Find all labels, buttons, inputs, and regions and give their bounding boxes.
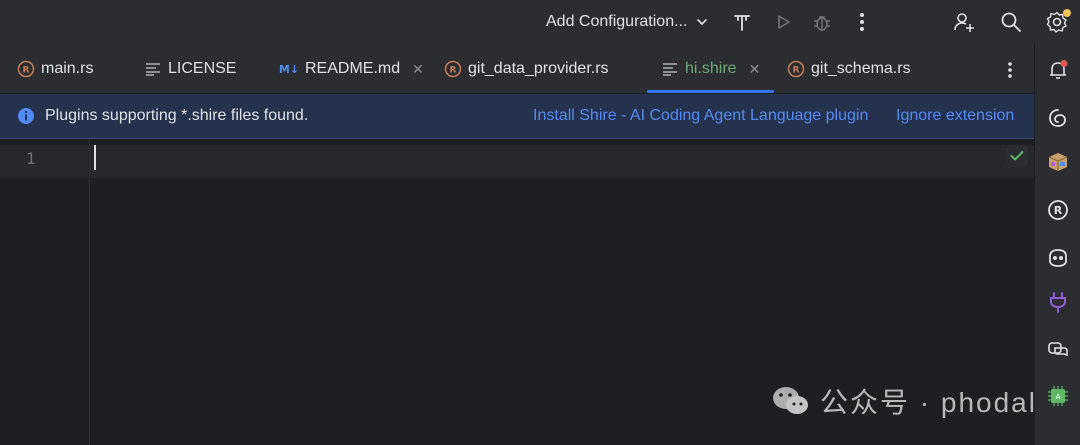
rust-icon: R [17, 60, 35, 78]
markdown-icon: M↓ [278, 62, 300, 76]
ai-chip-icon[interactable]: A [1044, 382, 1072, 410]
current-line-highlight [0, 145, 1034, 178]
install-plugin-link[interactable]: Install Shire - AI Coding Agent Language… [533, 107, 868, 125]
tab-readme-md[interactable]: M↓ README.md ✕ [279, 44, 424, 94]
chat-icon[interactable] [1044, 336, 1072, 364]
run-icon[interactable] [769, 8, 797, 36]
tab-git-data-provider-rs[interactable]: R git_data_provider.rs [444, 44, 609, 94]
close-icon[interactable]: ✕ [749, 61, 761, 78]
tab-label: main.rs [41, 60, 94, 77]
svg-text:R: R [23, 66, 30, 76]
chevron-down-icon [695, 15, 709, 29]
svg-text:R: R [1054, 204, 1063, 217]
line-number: 1 [26, 149, 36, 168]
plugin-icon[interactable] [1044, 288, 1072, 316]
tab-label: LICENSE [168, 60, 237, 77]
tab-main-rs[interactable]: R main.rs [17, 44, 93, 94]
settings-icon[interactable] [1043, 8, 1071, 36]
notifications-icon[interactable] [1044, 56, 1072, 84]
main-toolbar: Add Configuration... [0, 0, 1080, 44]
rust-icon[interactable]: R [1044, 196, 1072, 224]
wechat-logo-icon [770, 383, 812, 419]
tab-label: hi.shire [685, 60, 737, 77]
text-file-icon [661, 60, 679, 78]
copilot-icon[interactable] [1044, 244, 1072, 272]
text-caret [94, 145, 96, 170]
svg-text:A: A [1056, 393, 1061, 401]
inspection-ok-icon[interactable] [1006, 145, 1028, 167]
banner-message: Plugins supporting *.shire files found. [45, 107, 309, 124]
rust-icon: R [787, 60, 805, 78]
active-tab-indicator [647, 90, 774, 93]
tab-hi-shire[interactable]: hi.shire ✕ [661, 44, 760, 94]
add-user-icon[interactable] [950, 8, 978, 36]
svg-text:R: R [793, 66, 800, 76]
tab-label: git_schema.rs [811, 60, 911, 77]
tab-git-schema-rs[interactable]: R git_schema.rs [787, 44, 911, 94]
rust-icon: R [444, 60, 462, 78]
package-icon[interactable] [1044, 148, 1072, 176]
debug-icon[interactable] [808, 8, 836, 36]
watermark-text: 公众号 · phodal [820, 387, 1037, 418]
svg-text:R: R [450, 66, 457, 76]
text-file-icon [144, 60, 162, 78]
watermark: 公众号 · phodal [770, 383, 1037, 419]
line-number-gutter [0, 139, 90, 445]
run-configuration-label: Add Configuration... [546, 13, 688, 30]
tab-more-icon[interactable] [1000, 60, 1020, 80]
build-icon[interactable] [728, 8, 756, 36]
info-icon [17, 107, 35, 125]
run-configuration-selector[interactable]: Add Configuration... [546, 10, 709, 34]
more-vertical-icon[interactable] [848, 8, 876, 36]
plugin-suggestion-banner: Plugins supporting *.shire files found. … [0, 94, 1034, 139]
editor-tab-bar: R main.rs LICENSE M↓ README.md ✕ R git_d… [0, 44, 1034, 94]
tab-label: git_data_provider.rs [468, 60, 609, 77]
ignore-extension-link[interactable]: Ignore extension [896, 107, 1014, 125]
close-icon[interactable]: ✕ [412, 61, 424, 78]
search-icon[interactable] [997, 8, 1025, 36]
update-dot [1063, 9, 1071, 17]
right-tool-window-bar: R A [1034, 44, 1080, 445]
ai-assistant-icon[interactable] [1044, 104, 1072, 132]
tab-label: README.md [305, 60, 401, 77]
tab-license[interactable]: LICENSE [144, 44, 236, 94]
